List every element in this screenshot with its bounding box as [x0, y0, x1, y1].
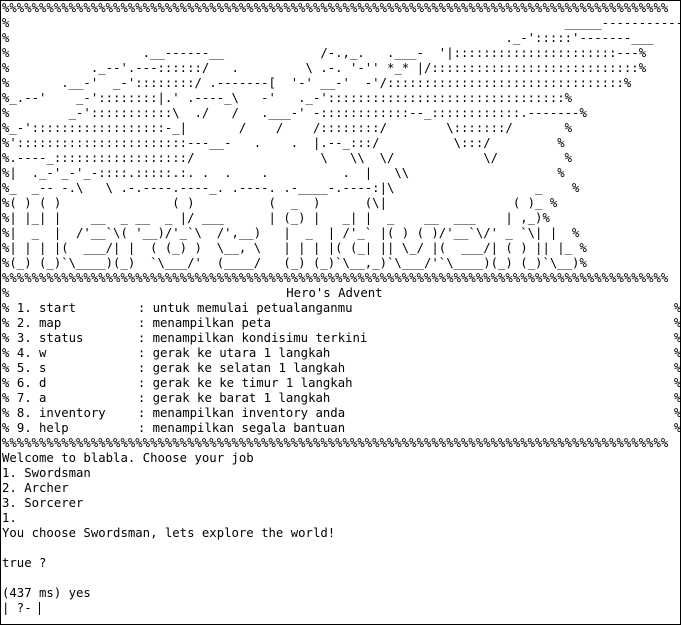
- query-timing: (437 ms) yes: [2, 586, 91, 600]
- ascii-art-line: % ._--'.---::::::/ . \ .-. '-'' *_* |/::…: [2, 61, 647, 75]
- menu-command-row: % 9. help: menampilkan segala bantuan%: [2, 421, 681, 435]
- banner-top-border: %%%%%%%%%%%%%%%%%%%%%%%%%%%%%%%%%%%%%%%%…: [2, 1, 669, 15]
- command-description: : menampilkan inventory anda: [137, 406, 346, 420]
- ascii-title-line: %( ) ( ) ( ) ( _ ) (\| ( )_ %: [2, 196, 558, 210]
- prompt-row[interactable]: | ?-: [2, 601, 680, 616]
- command-description: : gerak ke barat 1 langkah: [137, 391, 331, 405]
- text-cursor[interactable]: [39, 602, 41, 615]
- job-result-message: You choose Swordsman, lets explore the w…: [2, 526, 336, 540]
- console-window: %%%%%%%%%%%%%%%%%%%%%%%%%%%%%%%%%%%%%%%%…: [0, 0, 681, 625]
- ascii-art-line: % .__-' _-'::::::::/ .-------[ '-' __-' …: [2, 76, 632, 90]
- command-description: : untuk memulai petualanganmu: [137, 301, 353, 315]
- ascii-art-line: %_-'::::::::::::::::::-_| / / /::::::::/…: [2, 121, 573, 135]
- command-key: 5. s: [16, 361, 47, 375]
- menu-command-row: % 6. d: gerak ke ke timur 1 langkah%: [2, 376, 681, 390]
- ascii-art-line: % ._-':::::'-------___ %: [2, 31, 681, 45]
- ascii-art-line: % _-':::::::::::\ ./ / .___-' -:::::::::…: [2, 106, 587, 120]
- user-choice-echo: 1.: [2, 511, 17, 525]
- menu-command-row: % 7. a: gerak ke barat 1 langkah%: [2, 391, 681, 405]
- command-description: : gerak ke utara 1 langkah: [137, 346, 331, 360]
- command-key: 7. a: [16, 391, 47, 405]
- ascii-title-line: %| _ | /'__`\( '__)/'_`\ /',__) | _ | /'…: [2, 226, 580, 240]
- job-option: 3. Sorcerer: [2, 496, 84, 510]
- banner-bottom-border: %%%%%%%%%%%%%%%%%%%%%%%%%%%%%%%%%%%%%%%%…: [2, 436, 669, 450]
- ascii-art-line: %| ._-'_-'_-::::.:::::.:. . . . . | \\ %: [2, 166, 565, 180]
- ascii-title-line: %| | | |( ___/| | ( (_) ) \__, \ | | | |…: [2, 241, 587, 255]
- command-key: 1. start: [16, 301, 77, 315]
- command-key: 3. status: [16, 331, 84, 345]
- command-description: : gerak ke selatan 1 langkah: [137, 361, 346, 375]
- welcome-message: Welcome to blabla. Choose your job: [2, 451, 254, 465]
- prolog-prompt: | ?-: [2, 601, 40, 615]
- ascii-art-line: % .__------__ /-.,_. .___- '|:::::::::::…: [2, 46, 647, 60]
- command-description: : menampilkan kondisimu terkini: [137, 331, 368, 345]
- query-result: true ?: [2, 556, 47, 570]
- ascii-art-line: % _____-----------____ %: [2, 16, 681, 30]
- menu-command-row: % 2. map: menampilkan peta%: [2, 316, 681, 330]
- command-key: 6. d: [16, 376, 47, 390]
- ascii-art-line: %_ _-- -.\ \ .-.----.----_. .----. .-___…: [2, 181, 580, 195]
- command-key: 4. w: [16, 346, 47, 360]
- banner-middle-border: %%%%%%%%%%%%%%%%%%%%%%%%%%%%%%%%%%%%%%%%…: [2, 271, 669, 285]
- ascii-title-line: %(_) (_)`\____)(_) `\___/' (____/ (_) (_…: [2, 256, 587, 270]
- ascii-title-line: %| |_| | __ _ __ _ |/ ___ | (_) | _| | _…: [2, 211, 550, 225]
- menu-left-edge: %: [2, 286, 10, 300]
- command-description: : gerak ke ke timur 1 langkah: [137, 376, 353, 390]
- menu-title: Hero's Advent: [286, 286, 383, 300]
- job-option: 2. Archer: [2, 481, 69, 495]
- console-output: %%%%%%%%%%%%%%%%%%%%%%%%%%%%%%%%%%%%%%%%…: [2, 1, 681, 616]
- command-key: 2. map: [16, 316, 62, 330]
- command-description: : menampilkan peta: [137, 316, 272, 330]
- ascii-art-line: %.----_::::::::::::::::::/ \ \\ \/ \/ %: [2, 151, 573, 165]
- command-key: 9. help: [16, 421, 69, 435]
- command-key: 8. inventory: [16, 406, 106, 420]
- menu-title-row: % Hero's Advent: [2, 286, 680, 301]
- ascii-art-line: %':::::::::::::::::::::::---__- . . |.--…: [2, 136, 565, 150]
- job-option: 1. Swordsman: [2, 466, 91, 480]
- menu-command-row: % 8. inventory: menampilkan inventory an…: [2, 406, 681, 420]
- command-description: : menampilkan segala bantuan: [137, 421, 346, 435]
- menu-command-row: % 3. status: menampilkan kondisimu terki…: [2, 331, 681, 345]
- menu-command-row: % 5. s: gerak ke selatan 1 langkah%: [2, 361, 681, 375]
- menu-command-row: % 4. w: gerak ke utara 1 langkah%: [2, 346, 681, 360]
- ascii-art-line: %_.--' _-'::::::::|.' .----_\ -' ._-':::…: [2, 91, 573, 105]
- menu-command-row: % 1. start: untuk memulai petualanganmu%: [2, 301, 681, 315]
